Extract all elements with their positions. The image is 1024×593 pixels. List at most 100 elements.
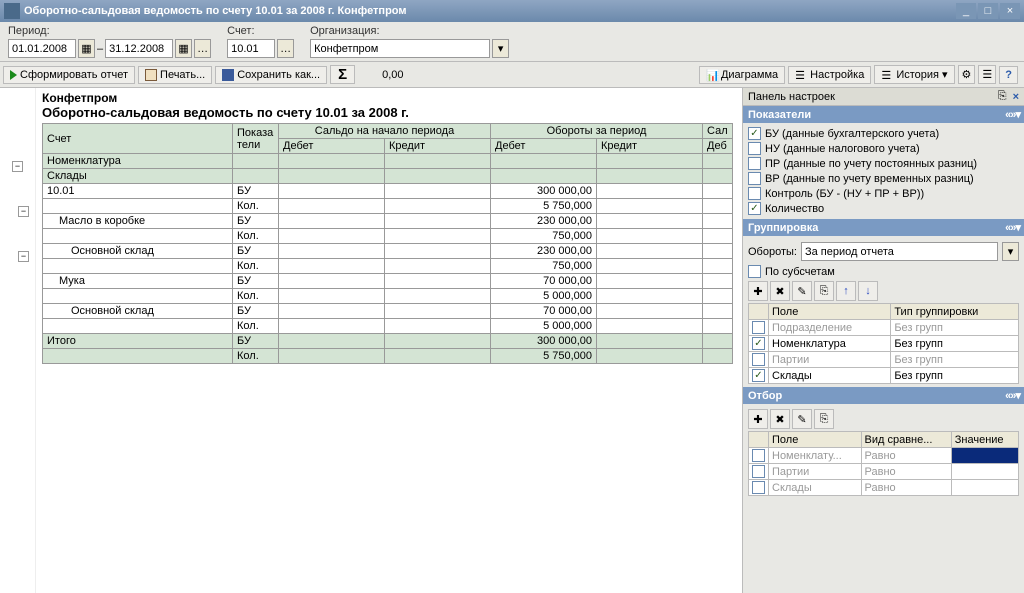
indicator-row: НУ (данные налогового учета) xyxy=(748,141,1019,156)
grouping-checkbox[interactable] xyxy=(752,369,765,382)
filter-checkbox[interactable] xyxy=(752,481,765,494)
grouping-row[interactable]: ПодразделениеБез групп xyxy=(749,320,1019,336)
period-label: Период: xyxy=(8,25,211,37)
expand-icon[interactable]: « » ▾ xyxy=(1005,108,1019,121)
tree-collapse-root[interactable]: − xyxy=(12,161,23,172)
report-table: Счет Показа тели Сальдо на начало период… xyxy=(42,123,733,364)
table-row: Кол.750,000 xyxy=(43,229,733,244)
diagram-button[interactable]: 📊Диаграмма xyxy=(699,66,785,84)
close-button[interactable]: × xyxy=(1000,3,1020,19)
filter-checkbox[interactable] xyxy=(752,449,765,462)
options-button[interactable]: ⚙ xyxy=(958,65,976,84)
table-row: МукаБУ70 000,00 xyxy=(43,274,733,289)
indicator-row: Количество xyxy=(748,201,1019,216)
col-credit: Кредит xyxy=(597,139,703,154)
tree-collapse-node[interactable]: − xyxy=(18,206,29,217)
date-from-picker-icon[interactable]: ▦ xyxy=(78,39,95,58)
org-input[interactable] xyxy=(310,39,490,58)
indicator-row: ПР (данные по учету постоянных разниц) xyxy=(748,156,1019,171)
diskette-icon xyxy=(222,69,234,81)
remove-filter-button[interactable]: ✖ xyxy=(770,409,790,429)
col-turnover: Обороты за период xyxy=(491,124,703,139)
date-to-picker-icon[interactable]: ▦ xyxy=(175,39,192,58)
col-sal: Сал xyxy=(703,124,733,139)
maximize-button[interactable]: □ xyxy=(978,3,998,19)
expand-icon[interactable]: « » ▾ xyxy=(1005,389,1019,402)
history-button[interactable]: ☰История▾ xyxy=(874,65,954,84)
indicator-checkbox[interactable] xyxy=(748,142,761,155)
indicator-label: НУ (данные налогового учета) xyxy=(765,143,920,155)
grouping-header: Группировка « » ▾ xyxy=(743,219,1024,236)
expand-icon[interactable]: « » ▾ xyxy=(1005,221,1019,234)
report-area: − − − Конфетпром Оборотно-сальдовая ведо… xyxy=(0,88,742,593)
org-dropdown-button[interactable]: ▾ xyxy=(492,39,509,58)
indicator-checkbox[interactable] xyxy=(748,187,761,200)
titlebar: Оборотно-сальдовая ведомость по счету 10… xyxy=(0,0,1024,22)
add-grouping-button[interactable]: ✚ xyxy=(748,281,768,301)
panel-action-icon[interactable]: ⎘ xyxy=(998,90,1007,103)
tree-collapse-node[interactable]: − xyxy=(18,251,29,262)
move-up-button[interactable]: ↑ xyxy=(836,281,856,301)
account-input[interactable] xyxy=(227,39,275,58)
grouping-row[interactable]: ПартииБез групп xyxy=(749,352,1019,368)
filter-header: Отбор « » ▾ xyxy=(743,387,1024,404)
col-sklad: Склады xyxy=(43,169,233,184)
subaccounts-checkbox[interactable] xyxy=(748,265,761,278)
table-row: Кол.750,000 xyxy=(43,259,733,274)
date-to-input[interactable] xyxy=(105,39,173,58)
grouping-checkbox[interactable] xyxy=(752,353,765,366)
sum-button[interactable]: Σ xyxy=(330,65,355,84)
turnover-dropdown-button[interactable]: ▾ xyxy=(1002,242,1019,261)
tree-outline: − − − xyxy=(0,88,36,593)
col-nomen: Номенклатура xyxy=(43,154,233,169)
grouping-checkbox[interactable] xyxy=(752,321,765,334)
col-account: Счет xyxy=(43,124,233,154)
more-button[interactable]: ☰ xyxy=(978,65,996,84)
filter-checkbox[interactable] xyxy=(752,465,765,478)
list-icon: ☰ xyxy=(795,69,807,81)
minimize-button[interactable]: _ xyxy=(956,3,976,19)
copy-grouping-button[interactable]: ⎘ xyxy=(814,281,834,301)
run-report-button[interactable]: Сформировать отчет xyxy=(3,66,135,84)
indicator-label: БУ (данные бухгалтерского учета) xyxy=(765,128,939,140)
remove-grouping-button[interactable]: ✖ xyxy=(770,281,790,301)
period-select-button[interactable]: … xyxy=(194,39,211,58)
copy-filter-button[interactable]: ⎘ xyxy=(814,409,834,429)
indicator-checkbox[interactable] xyxy=(748,157,761,170)
report-org: Конфетпром xyxy=(42,91,742,105)
turnover-label: Обороты: xyxy=(748,246,797,258)
settings-panel-header: Панель настроек ⎘ × xyxy=(743,88,1024,106)
turnover-select[interactable] xyxy=(801,242,998,261)
settings-button[interactable]: ☰Настройка xyxy=(788,66,871,84)
indicator-checkbox[interactable] xyxy=(748,127,761,140)
table-row: 10.01БУ300 000,00 xyxy=(43,184,733,199)
edit-filter-button[interactable]: ✎ xyxy=(792,409,812,429)
grouping-row[interactable]: НоменклатураБез групп xyxy=(749,336,1019,352)
panel-close-icon[interactable]: × xyxy=(1013,91,1019,103)
app-icon xyxy=(4,3,20,19)
indicator-label: Контроль (БУ - (НУ + ПР + ВР)) xyxy=(765,188,924,200)
table-row: Кол.5 000,000 xyxy=(43,319,733,334)
indicator-checkbox[interactable] xyxy=(748,172,761,185)
total-kol: 5 750,000 xyxy=(491,349,597,364)
col-credit: Кредит xyxy=(385,139,491,154)
grouping-checkbox[interactable] xyxy=(752,337,765,350)
save-button[interactable]: Сохранить как... xyxy=(215,66,327,84)
filter-row[interactable]: ПартииРавно xyxy=(749,464,1019,480)
grouping-row[interactable]: СкладыБез групп xyxy=(749,368,1019,384)
help-button[interactable]: ? xyxy=(999,66,1018,84)
indicator-checkbox[interactable] xyxy=(748,202,761,215)
col-debet: Дебет xyxy=(491,139,597,154)
edit-grouping-button[interactable]: ✎ xyxy=(792,281,812,301)
filter-row[interactable]: Номенклату...Равно xyxy=(749,448,1019,464)
add-filter-button[interactable]: ✚ xyxy=(748,409,768,429)
date-from-input[interactable] xyxy=(8,39,76,58)
indicators-header: Показатели « » ▾ xyxy=(743,106,1024,123)
account-select-button[interactable]: … xyxy=(277,39,294,58)
sum-value: 0,00 xyxy=(382,69,403,81)
print-button[interactable]: Печать... xyxy=(138,66,212,84)
indicator-row: БУ (данные бухгалтерского учета) xyxy=(748,126,1019,141)
filter-row[interactable]: СкладыРавно xyxy=(749,480,1019,496)
col-debet: Дебет xyxy=(279,139,385,154)
move-down-button[interactable]: ↓ xyxy=(858,281,878,301)
